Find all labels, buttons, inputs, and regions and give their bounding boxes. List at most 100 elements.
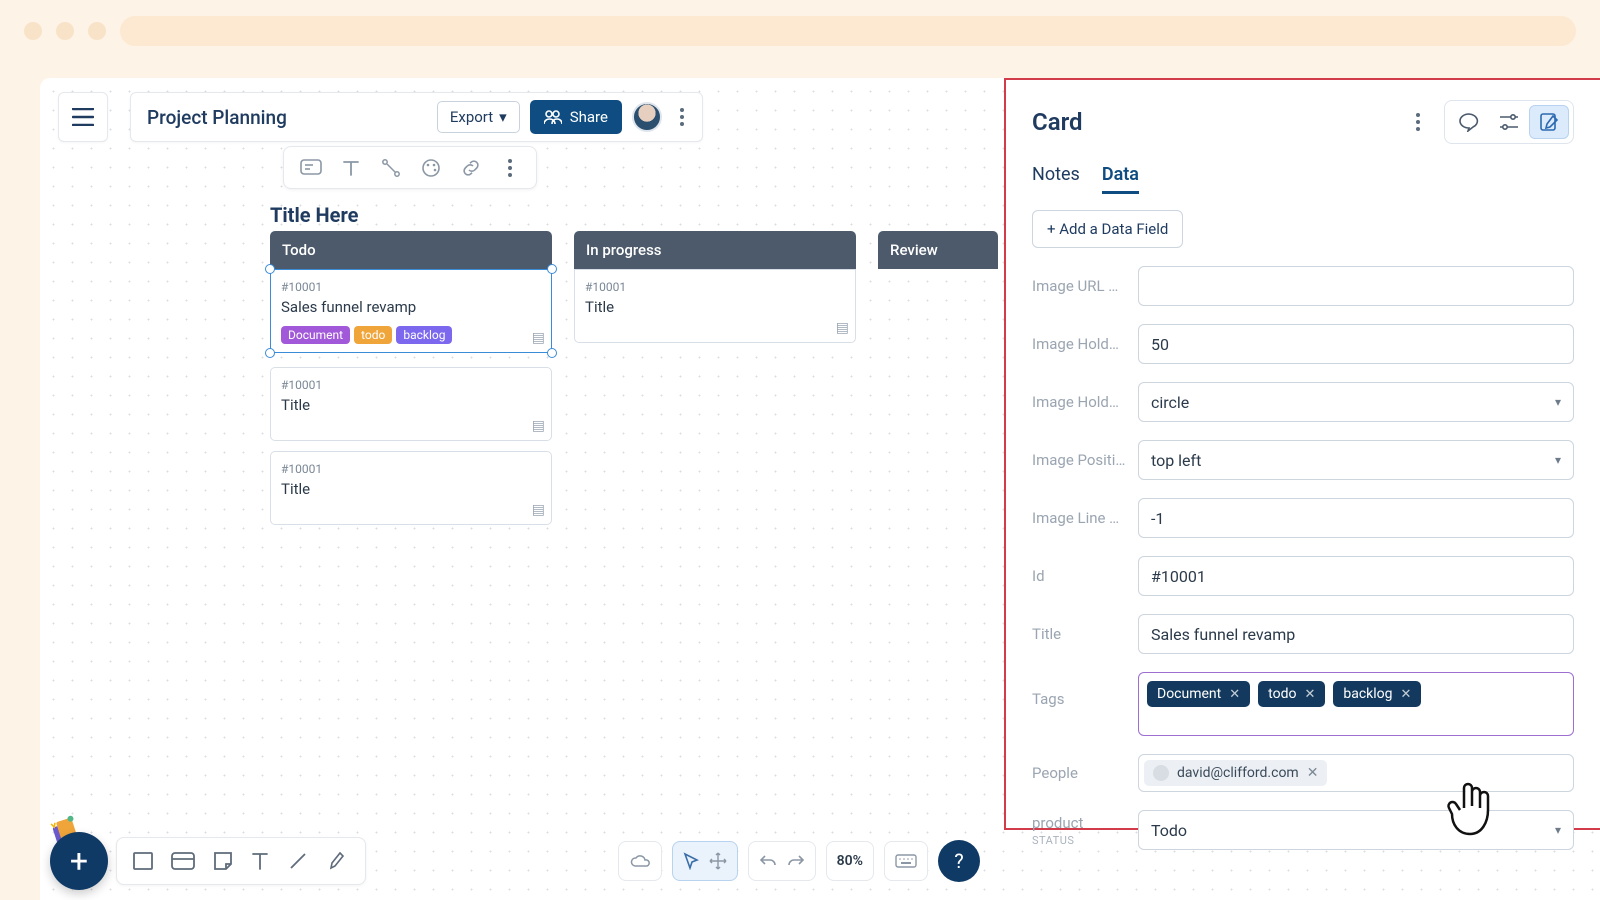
- export-button[interactable]: Export ▾: [437, 101, 520, 133]
- zoom-level[interactable]: 80%: [826, 841, 874, 881]
- remove-person-icon[interactable]: ✕: [1307, 765, 1319, 781]
- resize-handle[interactable]: [547, 264, 557, 274]
- pointer-mode[interactable]: [672, 841, 738, 881]
- address-bar[interactable]: [120, 16, 1576, 46]
- remove-tag-icon[interactable]: ✕: [1229, 687, 1240, 702]
- field-image-position: Image Positi… top left▾: [1032, 440, 1574, 480]
- comments-view[interactable]: [1449, 105, 1489, 139]
- database-icon[interactable]: ▤: [532, 502, 545, 518]
- column-header[interactable]: In progress: [574, 231, 856, 269]
- edit-view[interactable]: [1529, 105, 1569, 139]
- image-shape-select[interactable]: circle▾: [1138, 382, 1574, 422]
- avatar[interactable]: [632, 102, 662, 132]
- resize-handle[interactable]: [265, 264, 275, 274]
- connector-icon[interactable]: [380, 157, 402, 179]
- id-input[interactable]: [1138, 556, 1574, 596]
- column-header[interactable]: Todo: [270, 231, 552, 269]
- card-tool-icon[interactable]: [171, 852, 195, 870]
- share-button[interactable]: Share: [530, 100, 622, 134]
- column-todo: Todo #10001 Sales funnel revamp Document…: [270, 231, 552, 525]
- card-id: #10001: [585, 280, 845, 294]
- database-icon[interactable]: ▤: [532, 330, 545, 346]
- title-input[interactable]: [1138, 614, 1574, 654]
- link-icon[interactable]: [460, 157, 482, 179]
- text-tool-icon[interactable]: [251, 851, 269, 871]
- product-status-select[interactable]: Todo▾: [1138, 810, 1574, 850]
- sticky-tool-icon[interactable]: [213, 851, 233, 871]
- text-icon[interactable]: [340, 157, 362, 179]
- board-columns: Todo #10001 Sales funnel revamp Document…: [270, 231, 998, 525]
- tag-chip[interactable]: Document✕: [1147, 681, 1250, 707]
- field-id: Id: [1032, 556, 1574, 596]
- field-tags: Tags Document✕ todo✕ backlog✕: [1032, 672, 1574, 736]
- card-title: Title: [281, 480, 541, 498]
- panel-tabs: Notes Data: [1032, 164, 1574, 194]
- tags-input[interactable]: Document✕ todo✕ backlog✕: [1138, 672, 1574, 736]
- settings-view[interactable]: [1489, 105, 1529, 139]
- board-title[interactable]: Title Here: [270, 203, 358, 227]
- remove-tag-icon[interactable]: ✕: [1304, 687, 1315, 702]
- share-label: Share: [570, 108, 608, 126]
- redo-icon: [787, 854, 805, 868]
- image-url-input[interactable]: [1138, 266, 1574, 306]
- chevron-down-icon: ▾: [1555, 395, 1561, 409]
- window-dot: [56, 22, 74, 40]
- card-icon[interactable]: [300, 157, 322, 179]
- field-label: Image Hold…: [1032, 393, 1126, 411]
- people-input[interactable]: david@clifford.com ✕: [1138, 754, 1574, 792]
- project-title[interactable]: Project Planning: [147, 106, 427, 129]
- field-image-url: Image URL …: [1032, 266, 1574, 306]
- database-icon[interactable]: ▤: [532, 418, 545, 434]
- more-button[interactable]: [672, 108, 692, 126]
- field-label: Title: [1032, 625, 1126, 643]
- tag: Document: [281, 326, 350, 344]
- tag-chip[interactable]: todo✕: [1258, 681, 1325, 707]
- keyboard-shortcuts[interactable]: [884, 841, 928, 881]
- card[interactable]: #10001 Title ▤: [270, 451, 552, 525]
- image-hold-input[interactable]: [1138, 324, 1574, 364]
- keyboard-icon: [895, 854, 917, 868]
- card-id: #10001: [281, 378, 541, 392]
- remove-tag-icon[interactable]: ✕: [1401, 687, 1412, 702]
- line-tool-icon[interactable]: [287, 850, 309, 872]
- tab-data[interactable]: Data: [1102, 164, 1139, 194]
- add-button[interactable]: +: [50, 832, 108, 890]
- resize-handle[interactable]: [265, 348, 275, 358]
- field-label: Image Hold…: [1032, 335, 1126, 353]
- cloud-status[interactable]: [618, 841, 662, 881]
- bottom-toolbar: +: [50, 832, 366, 890]
- person-chip[interactable]: david@clifford.com ✕: [1144, 760, 1327, 786]
- column-header[interactable]: Review: [878, 231, 998, 269]
- tag-chip[interactable]: backlog✕: [1333, 681, 1421, 707]
- rectangle-tool-icon[interactable]: [133, 852, 153, 870]
- zoom-value: 80%: [837, 853, 863, 869]
- undo-icon: [759, 854, 777, 868]
- export-label: Export: [450, 108, 493, 126]
- add-data-field-button[interactable]: + Add a Data Field: [1032, 210, 1183, 248]
- menu-button[interactable]: [58, 92, 108, 142]
- pointer-icon: [683, 852, 699, 870]
- window-dot: [88, 22, 106, 40]
- highlighter-tool-icon[interactable]: [327, 850, 349, 872]
- card[interactable]: #10001 Title ▤: [574, 269, 856, 343]
- chip-label: david@clifford.com: [1177, 765, 1299, 781]
- panel-more[interactable]: [1408, 113, 1428, 131]
- undo-redo[interactable]: [748, 841, 816, 881]
- image-line-input[interactable]: [1138, 498, 1574, 538]
- app-frame: Project Planning Export ▾ Share Title He…: [40, 78, 1600, 900]
- field-label: Id: [1032, 567, 1126, 585]
- tab-notes[interactable]: Notes: [1032, 164, 1080, 194]
- resize-handle[interactable]: [547, 348, 557, 358]
- card[interactable]: #10001 Sales funnel revamp Document todo…: [270, 269, 552, 353]
- view-controls: 80% ?: [618, 840, 980, 882]
- chevron-down-icon: ▾: [499, 108, 507, 126]
- card[interactable]: #10001 Title ▤: [270, 367, 552, 441]
- color-icon[interactable]: [420, 157, 442, 179]
- database-icon[interactable]: ▤: [836, 320, 849, 336]
- move-icon: [709, 852, 727, 870]
- image-position-select[interactable]: top left▾: [1138, 440, 1574, 480]
- selection-toolbar: [283, 146, 537, 189]
- toolbar-more[interactable]: [500, 159, 520, 177]
- card-id: #10001: [281, 462, 541, 476]
- help-button[interactable]: ?: [938, 840, 980, 882]
